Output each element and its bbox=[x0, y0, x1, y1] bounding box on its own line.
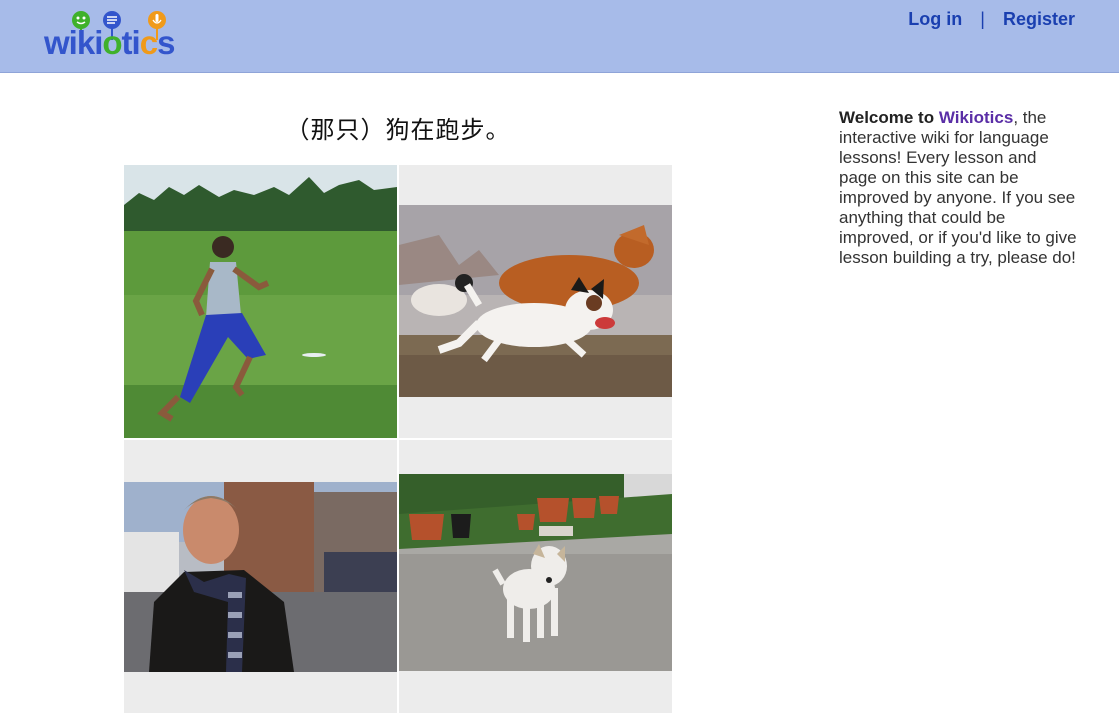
dog-standing-picture bbox=[399, 474, 672, 671]
image-boy-running[interactable] bbox=[124, 165, 397, 438]
logo-letter: k bbox=[76, 24, 95, 61]
logo-letter: o bbox=[102, 24, 122, 61]
welcome-panel: Welcome to Wikiotics, the interactive wi… bbox=[839, 108, 1079, 268]
welcome-body: , the interactive wiki for language less… bbox=[839, 108, 1077, 267]
site-header: wikiotics Log in | Register bbox=[0, 0, 1119, 73]
dog-running-picture bbox=[399, 205, 672, 397]
logo-letter: w bbox=[44, 24, 70, 61]
boy-running-picture bbox=[124, 165, 397, 438]
wikiotics-link[interactable]: Wikiotics bbox=[939, 108, 1013, 127]
account-nav: Log in | Register bbox=[908, 9, 1075, 30]
wikiotics-logo[interactable]: wikiotics bbox=[44, 10, 200, 62]
logo-letter: i bbox=[68, 24, 78, 61]
lesson-sentence: （那只）狗在跑步。 bbox=[285, 116, 511, 144]
image-man-scarf[interactable] bbox=[124, 440, 397, 713]
login-link[interactable]: Log in bbox=[908, 9, 962, 30]
logo-letter: s bbox=[157, 24, 175, 61]
image-choice-grid bbox=[124, 165, 672, 713]
man-scarf-picture bbox=[124, 482, 397, 672]
image-dog-running[interactable] bbox=[399, 165, 672, 438]
logo-letter: i bbox=[131, 24, 141, 61]
image-dog-standing[interactable] bbox=[399, 440, 672, 713]
nav-separator: | bbox=[980, 9, 985, 29]
register-link[interactable]: Register bbox=[1003, 9, 1075, 30]
logo-letter: c bbox=[139, 24, 158, 61]
logo-wordmark: wikiotics bbox=[44, 24, 175, 61]
welcome-prefix: Welcome to bbox=[839, 108, 939, 127]
logo-letter: t bbox=[121, 24, 133, 61]
